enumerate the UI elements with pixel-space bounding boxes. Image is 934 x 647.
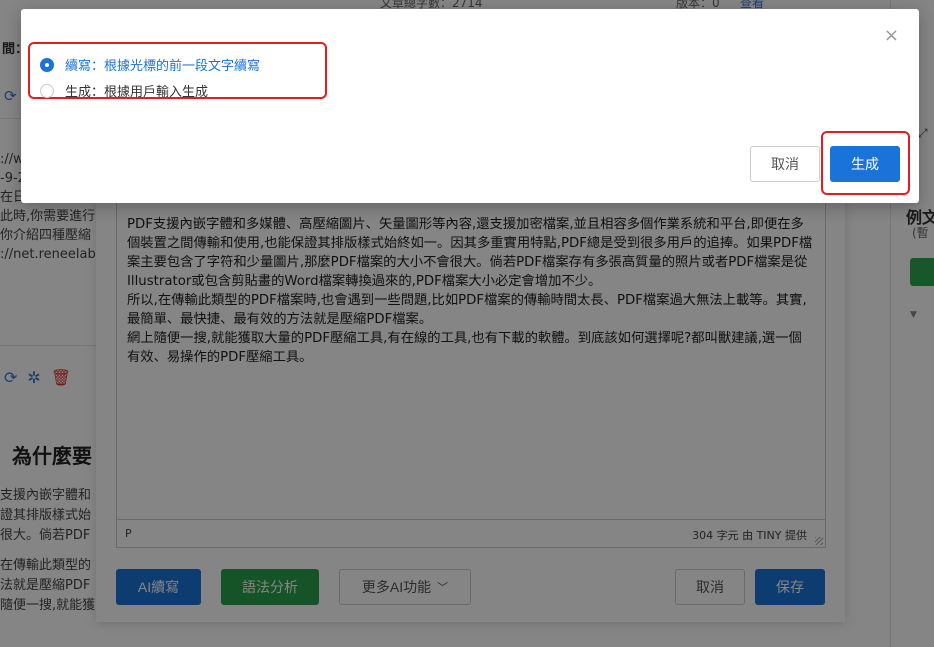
radio-option-continue[interactable]: 續寫：根據光標的前一段文字續寫 [40, 55, 260, 74]
close-icon[interactable]: × [884, 27, 899, 45]
radio-option-generate[interactable]: 生成：根據用戶輸入生成 [40, 81, 208, 100]
radio-label: 生成：根據用戶輸入生成 [65, 85, 209, 100]
cancel-button[interactable]: 取消 [750, 146, 820, 182]
radio-button-checked[interactable] [40, 57, 54, 72]
generate-button[interactable]: 生成 [830, 146, 900, 182]
radio-label: 續寫：根據光標的前一段文字續寫 [65, 59, 261, 74]
generate-mode-modal: × 續寫：根據光標的前一段文字續寫 生成：根據用戶輸入生成 取消 生成 [21, 9, 919, 203]
mode-radio-group: 續寫：根據光標的前一段文字續寫 生成：根據用戶輸入生成 [28, 42, 327, 100]
radio-button[interactable] [40, 83, 54, 98]
